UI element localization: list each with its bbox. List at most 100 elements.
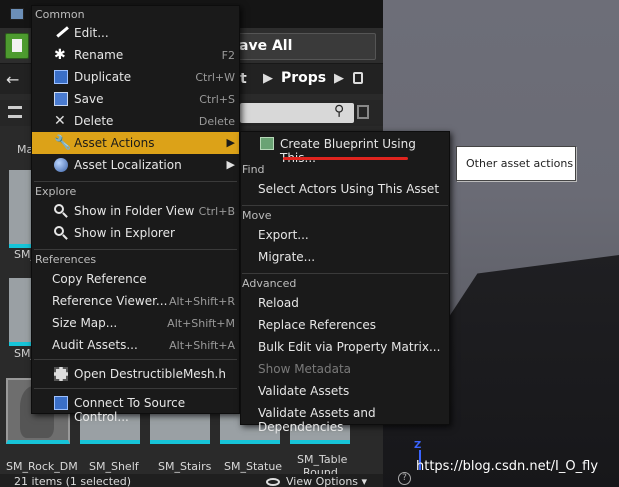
shortcut-label: F2 — [221, 49, 235, 62]
help-icon[interactable]: ? — [398, 472, 411, 485]
rename-icon: ✱ — [54, 47, 66, 63]
menu-item-label: Rename — [74, 48, 124, 62]
section-header-find: Find — [242, 163, 265, 176]
delete-icon: ✕ — [54, 113, 66, 129]
menu-item-label: Size Map... — [52, 316, 118, 330]
add-new-button[interactable] — [5, 33, 29, 59]
shortcut-label: Alt+Shift+R — [169, 295, 235, 308]
asset-label: SM_Rock_DM — [6, 460, 78, 473]
section-header-references: References — [35, 253, 97, 266]
menu-item-reference-viewer[interactable]: Reference Viewer... Alt+Shift+R — [32, 290, 239, 312]
menu-item-label: Copy Reference — [52, 272, 147, 286]
shortcut-label: Ctrl+W — [195, 71, 235, 84]
save-all-label: ave All — [239, 38, 293, 54]
menu-item-label: Reference Viewer... — [52, 294, 168, 308]
menu-item-asset-actions[interactable]: 🔧 Asset Actions ▶ — [32, 132, 239, 154]
menu-item-replace-references[interactable]: Replace References — [241, 314, 449, 336]
menu-item-save[interactable]: Save Ctrl+S — [32, 88, 239, 110]
menu-item-asset-localization[interactable]: Asset Localization ▶ — [32, 154, 239, 176]
menu-item-label: Asset Localization — [74, 158, 182, 172]
menu-separator — [34, 388, 237, 389]
shortcut-label: Alt+Shift+M — [167, 317, 235, 330]
watermark: https://blog.csdn.net/I_O_fly — [416, 459, 599, 474]
menu-item-show-metadata: Show Metadata — [241, 358, 449, 380]
save-icon — [54, 92, 68, 106]
shortcut-label: Ctrl+S — [199, 93, 235, 106]
source-file-icon — [54, 367, 68, 381]
menu-item-label: Audit Assets... — [52, 338, 138, 352]
menu-item-label: Show in Folder View — [74, 204, 195, 218]
menu-item-bulk-edit[interactable]: Bulk Edit via Property Matrix... — [241, 336, 449, 358]
annotation-callout: Other asset actions — [456, 146, 576, 181]
menu-item-label: Export... — [258, 228, 309, 242]
save-all-button[interactable]: ave All — [238, 33, 376, 60]
annotation-callout-text: Other asset actions — [466, 157, 574, 170]
menu-item-select-actors[interactable]: Select Actors Using This Asset — [241, 178, 449, 200]
submenu-arrow-icon: ▶ — [226, 136, 235, 149]
section-header-advanced: Advanced — [242, 277, 297, 290]
menu-item-size-map[interactable]: Size Map... Alt+Shift+M — [32, 312, 239, 334]
submenu-arrow-icon: ▶ — [226, 158, 235, 171]
menu-item-label: Delete — [74, 114, 114, 128]
menu-item-label: Replace References — [258, 318, 376, 332]
view-options-button[interactable]: View Options ▾ — [266, 475, 367, 487]
asset-thumbnail[interactable] — [9, 278, 31, 346]
source-control-icon — [54, 396, 68, 410]
menu-item-label: Reload — [258, 296, 299, 310]
breadcrumb-chevron-icon[interactable]: ▶ — [263, 71, 273, 86]
menu-item-validate-assets-dependencies[interactable]: Validate Assets and Dependencies — [241, 402, 449, 434]
menu-separator — [34, 359, 237, 360]
menu-item-export[interactable]: Export... — [241, 224, 449, 246]
search-icon[interactable]: ⚲ — [334, 103, 350, 119]
menu-separator — [34, 249, 237, 250]
magnifier-handle — [62, 234, 68, 240]
menu-item-validate-assets[interactable]: Validate Assets — [241, 380, 449, 402]
menu-item-label: Migrate... — [258, 250, 316, 264]
menu-item-show-in-explorer[interactable]: Show in Explorer — [32, 222, 239, 244]
content-browser-tab-icon[interactable] — [10, 8, 24, 20]
save-search-icon[interactable] — [357, 105, 369, 119]
menu-item-duplicate[interactable]: Duplicate Ctrl+W — [32, 66, 239, 88]
menu-item-edit[interactable]: Edit... — [32, 22, 239, 44]
lock-icon[interactable] — [353, 72, 363, 84]
shortcut-label: Ctrl+B — [198, 205, 235, 218]
menu-item-open-source-file[interactable]: Open DestructibleMesh.h — [32, 363, 239, 385]
menu-separator — [242, 273, 448, 274]
section-header-explore: Explore — [35, 185, 77, 198]
eye-icon — [266, 478, 280, 486]
menu-item-create-blueprint[interactable]: Create Blueprint Using This... — [241, 133, 449, 165]
breadcrumb-current[interactable]: Props — [281, 70, 326, 86]
menu-item-show-in-folder-view[interactable]: Show in Folder View Ctrl+B — [32, 200, 239, 222]
menu-item-delete[interactable]: ✕ Delete Delete — [32, 110, 239, 132]
menu-item-label: Show in Explorer — [74, 226, 175, 240]
menu-item-rename[interactable]: ✱ Rename F2 — [32, 44, 239, 66]
menu-item-label: Validate Assets — [258, 384, 350, 398]
view-options-label: View Options — [286, 475, 359, 487]
magnifier-handle — [62, 212, 68, 218]
menu-item-copy-reference[interactable]: Copy Reference — [32, 268, 239, 290]
menu-item-label: Validate Assets and Dependencies — [258, 406, 376, 434]
menu-item-reload[interactable]: Reload — [241, 292, 449, 314]
asset-label: SM_Table — [297, 453, 348, 466]
asset-context-menu: Common Edit... ✱ Rename F2 Duplicate Ctr… — [31, 5, 240, 424]
menu-item-audit-assets[interactable]: Audit Assets... Alt+Shift+A — [32, 334, 239, 356]
menu-item-connect-source-control[interactable]: Connect To Source Control... — [32, 392, 239, 424]
breadcrumb-parent-partial[interactable]: t — [240, 71, 247, 87]
menu-item-label: Save — [74, 92, 104, 106]
sources-list-icon[interactable] — [8, 106, 22, 118]
menu-item-label: Select Actors Using This Asset — [258, 182, 440, 196]
menu-item-label: Asset Actions — [74, 136, 155, 150]
menu-item-label: Bulk Edit via Property Matrix... — [258, 340, 441, 354]
menu-item-label: Duplicate — [74, 70, 132, 84]
back-arrow-icon[interactable]: ← — [6, 70, 19, 89]
menu-separator — [34, 181, 237, 182]
section-header-common: Common — [35, 8, 85, 21]
breadcrumb-chevron-icon[interactable]: ▶ — [334, 71, 344, 86]
menu-separator — [242, 205, 448, 206]
menu-item-label: Open DestructibleMesh.h — [74, 367, 226, 381]
section-header-move: Move — [242, 209, 272, 222]
duplicate-icon — [54, 70, 68, 84]
asset-thumbnail[interactable] — [9, 170, 31, 248]
menu-item-migrate[interactable]: Migrate... — [241, 246, 449, 268]
menu-item-label: Edit... — [74, 26, 109, 40]
